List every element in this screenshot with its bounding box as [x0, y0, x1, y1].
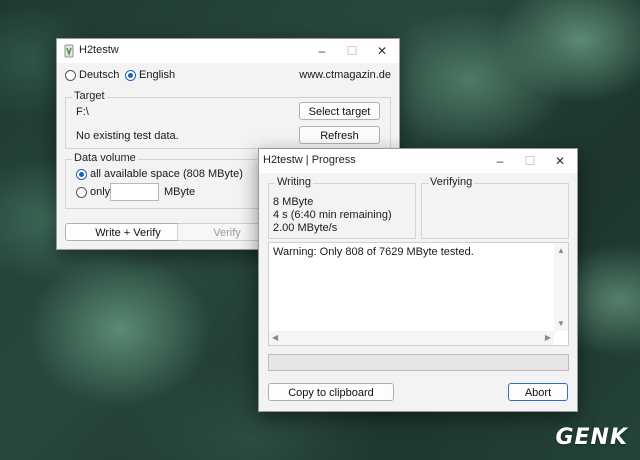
- data-volume-label: Data volume: [72, 152, 138, 164]
- verifying-label: Verifying: [428, 176, 475, 188]
- writing-size: 8 MByte: [273, 196, 314, 208]
- writing-label: Writing: [275, 176, 314, 188]
- progress-minimize-button[interactable]: –: [485, 152, 515, 170]
- radio-all-space[interactable]: [76, 169, 87, 180]
- radio-only[interactable]: [76, 187, 87, 198]
- target-status: No existing test data.: [76, 130, 179, 142]
- target-group: Target F:\ No existing test data. Select…: [65, 90, 391, 149]
- target-path: F:\: [76, 106, 89, 118]
- scroll-up-icon[interactable]: ▲: [557, 246, 565, 255]
- scroll-down-icon[interactable]: ▼: [557, 319, 565, 328]
- writing-time: 4 s (6:40 min remaining): [273, 209, 392, 221]
- only-mbyte-input[interactable]: [110, 183, 159, 201]
- verifying-group: Verifying: [421, 176, 569, 239]
- scroll-right-icon[interactable]: ▶: [545, 333, 551, 342]
- abort-button[interactable]: Abort: [508, 383, 568, 401]
- mbyte-unit-label: MByte: [164, 186, 196, 198]
- log-warning-text: Warning: Only 808 of 7629 MByte tested.: [273, 246, 474, 258]
- select-target-button[interactable]: Select target: [299, 102, 380, 120]
- scroll-left-icon[interactable]: ◀: [272, 333, 278, 342]
- progress-title-bar[interactable]: H2testw | Progress – ☐ ✕: [259, 149, 577, 173]
- data-volume-group: Data volume all available space (808 MBy…: [65, 152, 265, 209]
- log-textarea[interactable]: Warning: Only 808 of 7629 MByte tested. …: [268, 242, 569, 346]
- genk-watermark-logo: GENK: [555, 425, 628, 450]
- h2testw-app-icon: [63, 44, 75, 58]
- copy-to-clipboard-button[interactable]: Copy to clipboard: [268, 383, 394, 401]
- main-title-bar[interactable]: H2testw – ☐ ✕: [57, 39, 399, 63]
- all-space-label: all available space (808 MByte): [90, 168, 243, 180]
- radio-english[interactable]: [125, 70, 136, 81]
- maximize-button[interactable]: ☐: [337, 42, 367, 60]
- progress-bar: [268, 354, 569, 371]
- close-button[interactable]: ✕: [367, 42, 397, 60]
- only-label: only: [90, 186, 111, 198]
- progress-window-title: H2testw | Progress: [263, 154, 356, 166]
- main-window-title: H2testw: [79, 44, 119, 56]
- progress-window: H2testw | Progress – ☐ ✕ Writing 8 MByte…: [258, 148, 578, 412]
- write-verify-button[interactable]: Write + Verify: [65, 223, 191, 241]
- writing-group: Writing 8 MByte 4 s (6:40 min remaining)…: [268, 176, 416, 239]
- progress-maximize-button[interactable]: ☐: [515, 152, 545, 170]
- minimize-button[interactable]: –: [307, 42, 337, 60]
- log-vertical-scrollbar[interactable]: ▲ ▼: [554, 243, 568, 331]
- progress-close-button[interactable]: ✕: [545, 152, 575, 170]
- radio-english-label: English: [139, 69, 176, 81]
- refresh-button[interactable]: Refresh: [299, 126, 380, 144]
- log-horizontal-scrollbar[interactable]: ◀ ▶: [269, 331, 554, 345]
- radio-deutsch-label: Deutsch: [79, 69, 120, 81]
- target-group-label: Target: [72, 90, 107, 102]
- website-link[interactable]: www.ctmagazin.de: [299, 69, 391, 81]
- radio-deutsch[interactable]: [65, 70, 76, 81]
- writing-speed: 2.00 MByte/s: [273, 222, 338, 234]
